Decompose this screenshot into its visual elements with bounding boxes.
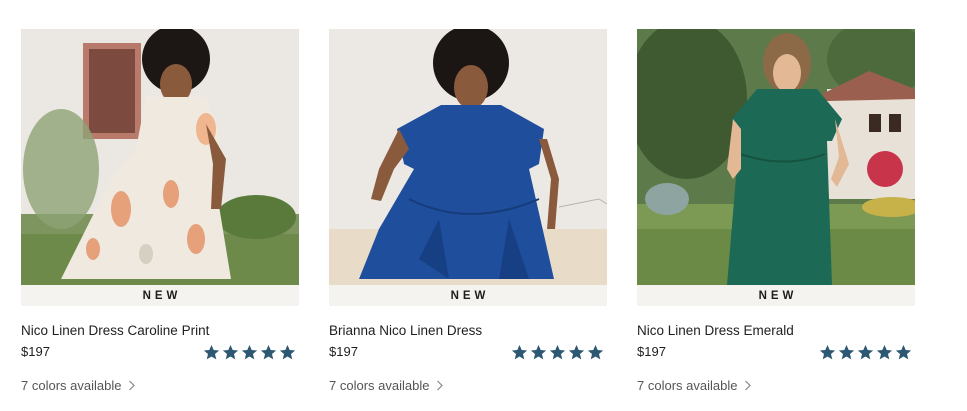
product-photo-brianna	[329, 29, 607, 285]
star-rating[interactable]	[511, 344, 604, 361]
chevron-right-icon	[745, 380, 752, 391]
star-icon	[568, 345, 585, 360]
star-rating[interactable]	[203, 344, 296, 361]
star-icon	[838, 345, 855, 360]
colors-available-label: 7 colors available	[637, 378, 738, 393]
colors-available-link[interactable]: 7 colors available	[637, 378, 752, 393]
star-icon	[260, 345, 277, 360]
product-image[interactable]	[637, 29, 915, 285]
product-price: $197	[637, 344, 666, 359]
star-icon	[549, 345, 566, 360]
chevron-right-icon	[437, 380, 444, 391]
product-title[interactable]: Brianna Nico Linen Dress	[329, 323, 482, 338]
star-icon	[876, 345, 893, 360]
star-icon	[203, 345, 220, 360]
star-icon	[279, 345, 296, 360]
product-price: $197	[21, 344, 50, 359]
product-photo-caroline-print	[21, 29, 299, 285]
product-card[interactable]: NEW Nico Linen Dress Emerald $197 7 colo…	[637, 29, 915, 411]
star-icon	[895, 345, 912, 360]
star-icon	[857, 345, 874, 360]
product-photo-emerald	[637, 29, 915, 285]
product-card[interactable]: NEW Nico Linen Dress Caroline Print $197…	[21, 29, 299, 411]
star-rating[interactable]	[819, 344, 912, 361]
star-icon	[222, 345, 239, 360]
star-icon	[511, 345, 528, 360]
colors-available-label: 7 colors available	[21, 378, 122, 393]
product-title[interactable]: Nico Linen Dress Emerald	[637, 323, 794, 338]
star-icon	[819, 345, 836, 360]
colors-available-label: 7 colors available	[329, 378, 430, 393]
product-title[interactable]: Nico Linen Dress Caroline Print	[21, 323, 209, 338]
star-icon	[587, 345, 604, 360]
product-image[interactable]	[329, 29, 607, 285]
product-card[interactable]: NEW Brianna Nico Linen Dress $197 7 colo…	[329, 29, 607, 411]
new-badge: NEW	[21, 285, 299, 306]
colors-available-link[interactable]: 7 colors available	[329, 378, 444, 393]
product-price: $197	[329, 344, 358, 359]
product-image[interactable]	[21, 29, 299, 285]
chevron-right-icon	[129, 380, 136, 391]
new-badge: NEW	[329, 285, 607, 306]
star-icon	[530, 345, 547, 360]
product-grid: NEW Nico Linen Dress Caroline Print $197…	[21, 29, 915, 411]
colors-available-link[interactable]: 7 colors available	[21, 378, 136, 393]
star-icon	[241, 345, 258, 360]
new-badge: NEW	[637, 285, 915, 306]
